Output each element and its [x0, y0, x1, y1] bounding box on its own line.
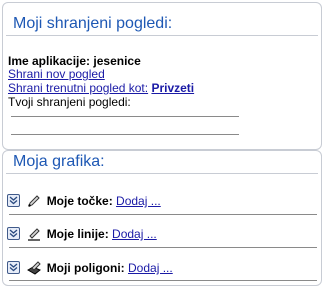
title-divider: [6, 173, 318, 174]
chevron-down-icon[interactable]: [7, 227, 20, 241]
add-polygons-link[interactable]: Dodaj ...: [128, 261, 173, 275]
default-view-link[interactable]: Privzeti: [151, 81, 194, 95]
polygons-row: Moji poligoni: Dodaj ...: [7, 260, 173, 276]
points-row: Moje točke: Dodaj ...: [7, 193, 161, 209]
polygons-label: Moji poligoni:: [46, 260, 125, 275]
row-divider: [9, 247, 317, 248]
my-graphics-panel: Moja grafika: Moje točke: Dodaj ... Moje…: [2, 150, 322, 286]
points-label: Moje točke:: [46, 193, 113, 208]
pencil-line-icon: [28, 228, 41, 241]
app-label: Ime aplikacije:: [8, 54, 91, 68]
title-divider: [6, 35, 318, 36]
saved-views-divider-2: [11, 134, 239, 135]
app-name: jesenice: [93, 54, 141, 68]
row-divider: [9, 214, 317, 215]
save-new-view-link[interactable]: Shrani nov pogled: [8, 67, 105, 81]
chevron-down-icon[interactable]: [7, 261, 20, 275]
my-graphics-title: Moja grafika:: [11, 153, 107, 171]
saved-views-divider-1: [11, 116, 239, 117]
add-points-link[interactable]: Dodaj ...: [116, 194, 161, 208]
lines-label: Moje linije:: [46, 226, 109, 241]
add-lines-link[interactable]: Dodaj ...: [112, 227, 157, 241]
pencil-icon: [28, 195, 41, 207]
lines-row: Moje linije: Dodaj ...: [7, 226, 157, 242]
chevron-down-icon[interactable]: [7, 194, 20, 208]
pencil-polygon-icon: [27, 261, 42, 275]
save-current-view-row: Shrani trenutni pogled kot: Privzeti: [8, 82, 194, 95]
saved-views-title: Moji shranjeni pogledi:: [11, 15, 175, 33]
save-current-view-link[interactable]: Shrani trenutni pogled kot:: [8, 81, 148, 95]
save-new-view-row: Shrani nov pogled: [8, 68, 105, 81]
saved-views-label: Tvoji shranjeni pogledi:: [8, 95, 131, 109]
saved-views-panel: Moji shranjeni pogledi: Ime aplikacije: …: [2, 2, 322, 150]
row-divider: [9, 280, 317, 281]
